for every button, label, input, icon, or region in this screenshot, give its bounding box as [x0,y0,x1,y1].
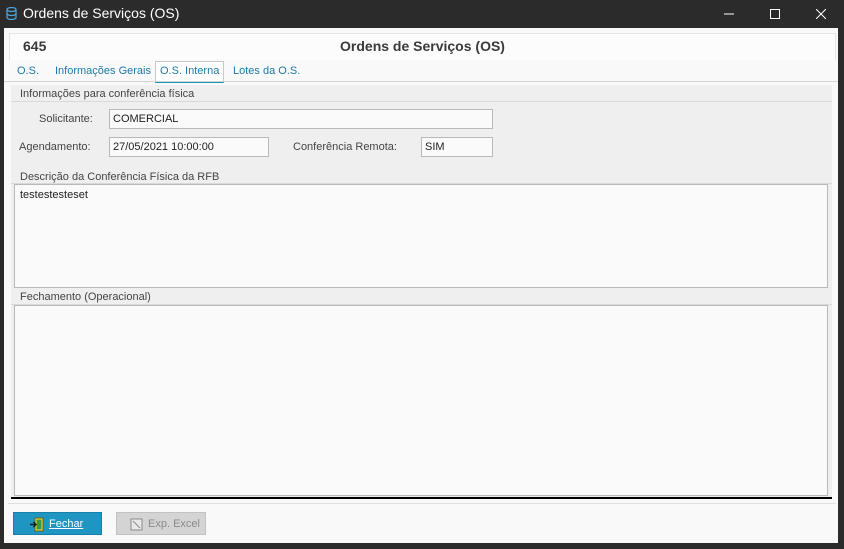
descricao-label: Descrição da Conferência Física da RFB [20,171,220,183]
form-header: 645 Ordens de Serviços (OS) [9,33,836,60]
title-bar: Ordens de Serviços (OS) [0,0,844,28]
footer-bar: Fechar Exp. Excel [8,503,836,539]
excel-export-icon [130,518,143,531]
solicitante-label: Solicitante: [39,113,93,125]
tab-os[interactable]: O.S. [17,62,39,81]
tab-panel-os-interna: Informações para conferência física Soli… [11,85,832,499]
window-client: 645 Ordens de Serviços (OS) O.S. Informa… [4,28,838,543]
fechar-button[interactable]: Fechar [13,512,102,535]
agendamento-field[interactable]: 27/05/2021 10:00:00 [109,137,269,157]
descricao-textarea[interactable]: testestesteset [14,184,828,288]
agendamento-label: Agendamento: [19,141,91,153]
form-title: Ordens de Serviços (OS) [340,38,505,54]
maximize-icon [770,9,780,19]
fechamento-label: Fechamento (Operacional) [20,291,151,303]
fechamento-textarea[interactable] [14,305,828,496]
minimize-button[interactable] [706,0,752,28]
tab-lotes-da-os[interactable]: Lotes da O.S. [233,62,300,81]
solicitante-field[interactable]: COMERCIAL [109,109,493,129]
tab-informacoes-gerais[interactable]: Informações Gerais [55,62,151,81]
minimize-icon [724,13,734,15]
exit-door-icon [30,517,44,532]
maximize-button[interactable] [752,0,798,28]
close-icon [816,9,826,19]
tab-divider [4,81,838,82]
close-button[interactable] [798,0,844,28]
tab-os-interna[interactable]: O.S. Interna [155,61,225,83]
fechar-label: Fechar [49,518,84,530]
database-icon [6,7,17,20]
section-title: Informações para conferência física [20,88,195,100]
window-title: Ordens de Serviços (OS) [23,5,180,21]
exp-excel-label: Exp. Excel [148,518,200,530]
conferencia-remota-label: Conferência Remota: [293,141,397,153]
conferencia-remota-field[interactable]: SIM [421,137,493,157]
section-divider [11,101,832,102]
exp-excel-button[interactable]: Exp. Excel [116,512,206,535]
